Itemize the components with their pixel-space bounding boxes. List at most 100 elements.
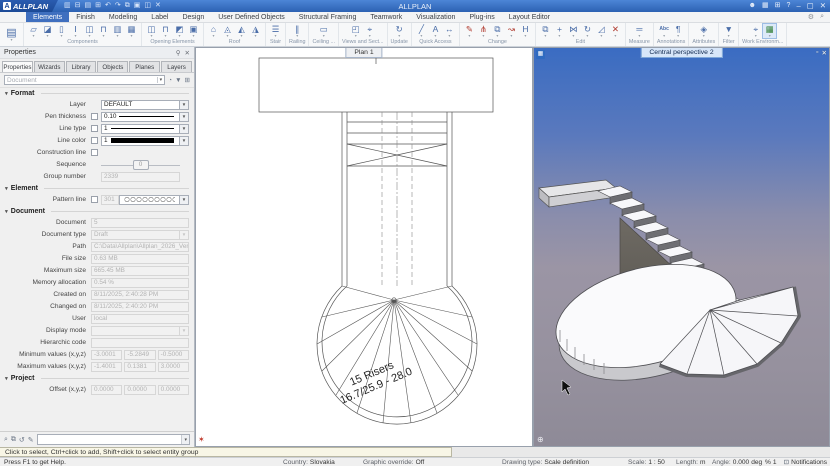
copy-icon[interactable]: ⧉ ▾ xyxy=(539,24,552,38)
perspective-view-tab[interactable]: Central perspective 2 xyxy=(640,48,723,58)
pattern-line-checkbox[interactable] xyxy=(91,196,98,203)
save-icon[interactable]: ▤ xyxy=(85,0,92,12)
search-icon[interactable]: ⌕ xyxy=(820,13,824,21)
notifications-button[interactable]: ⊡ Notifications xyxy=(784,458,827,466)
status-angle[interactable]: Angle: 0.000 deg xyxy=(712,458,762,466)
chevron-down-icon[interactable]: ▾ xyxy=(181,435,189,444)
compass-icon[interactable]: ✶ xyxy=(198,435,205,444)
status-slope-unit[interactable]: % 1 xyxy=(765,458,777,466)
edit-copy-icon[interactable]: ⧉ ▾ xyxy=(491,24,504,38)
dormer-icon[interactable]: ◭ ▾ xyxy=(235,24,248,38)
resize-icon[interactable]: ◿ ▾ xyxy=(595,24,608,38)
menu-tab-elements[interactable]: Elements xyxy=(26,12,70,22)
menu-tab-user-defined-objects[interactable]: User Defined Objects xyxy=(211,12,292,22)
menu-tab-structural-framing[interactable]: Structural Framing xyxy=(292,12,364,22)
view-restore-icon[interactable]: ▫ xyxy=(816,49,818,57)
plan-view-tab[interactable]: Plan 1 xyxy=(345,48,383,58)
workspace-icon[interactable]: ⌖ ▾ xyxy=(749,24,762,38)
menu-tab-design[interactable]: Design xyxy=(175,12,211,22)
ceiling-icon[interactable]: ▭ ▾ xyxy=(317,24,330,38)
open-project-icon[interactable]: ⊟ xyxy=(75,0,81,12)
status-scale[interactable]: Scale: 1 : 50 xyxy=(628,458,665,466)
view-menu-icon[interactable]: ▦ xyxy=(536,50,545,59)
tab-properties[interactable]: Properties xyxy=(2,61,33,72)
wall-line-icon[interactable]: ◪ ▾ xyxy=(41,24,54,38)
text-icon[interactable]: A ▾ xyxy=(429,24,442,38)
tab-objects[interactable]: Objects xyxy=(97,61,129,72)
line-color-dropdown-button[interactable]: ▼ xyxy=(180,135,189,146)
pen-thickness-dropdown-button[interactable]: ▼ xyxy=(180,111,189,122)
pen-thickness-checkbox[interactable] xyxy=(91,113,98,120)
column-icon[interactable]: ▯ ▾ xyxy=(55,24,68,38)
globe-icon[interactable]: ⊕ xyxy=(537,435,544,444)
shop-icon[interactable]: ⊞ xyxy=(775,0,781,12)
dimension-icon[interactable]: ↔ ▾ xyxy=(443,24,456,38)
work-environment-icon[interactable]: ▦ ▾ xyxy=(762,23,778,39)
window-icon[interactable]: ⊓ ▾ xyxy=(159,24,172,38)
roof-covering-icon[interactable]: ◬ ▾ xyxy=(221,24,234,38)
filter-icon[interactable]: ▼ xyxy=(175,77,181,84)
dialog-line-repeat-icon[interactable]: ↺ xyxy=(19,436,25,444)
match-icon[interactable]: H ▾ xyxy=(519,24,532,38)
undo-icon[interactable]: ↶ xyxy=(105,0,111,12)
restore-button[interactable]: ▢ xyxy=(807,0,814,12)
door-icon[interactable]: ◫ ▾ xyxy=(145,24,158,38)
upstand-beam-icon[interactable]: ◫ ▾ xyxy=(83,24,96,38)
perspective-viewport[interactable]: Central perspective 2 ▦ ▫ ✕ ⊕ xyxy=(533,47,830,447)
pen-thickness-combo[interactable]: 0.10 xyxy=(101,111,180,122)
allplan-menu-button[interactable]: A ALLPLAN xyxy=(0,0,58,12)
paste-icon[interactable]: ▣ xyxy=(134,0,141,12)
filter-input[interactable]: Document ▾ xyxy=(4,75,166,85)
menu-tab-label[interactable]: Label xyxy=(144,12,175,22)
line-type-dropdown-button[interactable]: ▼ xyxy=(180,123,189,134)
measure-icon[interactable]: ═ ▾ xyxy=(633,24,646,38)
section-document[interactable]: ▾ Document xyxy=(5,208,189,215)
downstand-beam-icon[interactable]: Ⅰ ▾ xyxy=(69,24,82,38)
tab-planes[interactable]: Planes xyxy=(129,61,161,72)
rotate-icon[interactable]: ↻ ▾ xyxy=(581,24,594,38)
stair-icon[interactable]: ☰ ▾ xyxy=(269,24,282,38)
menu-tab-teamwork[interactable]: Teamwork xyxy=(363,12,409,22)
section-icon[interactable]: ⌖ ▾ xyxy=(363,24,376,38)
new-document-icon[interactable]: ▥ xyxy=(64,0,71,12)
line-icon[interactable]: ╱ ▾ xyxy=(415,24,428,38)
dialog-line-input[interactable]: ▾ xyxy=(36,434,190,445)
chevron-down-icon[interactable]: ▾ xyxy=(156,77,162,83)
minimize-button[interactable]: – xyxy=(796,0,800,12)
update-3d-icon[interactable]: ↻ ▾ xyxy=(393,24,406,38)
split-icon[interactable]: ⋔ ▾ xyxy=(477,24,490,38)
view-icon[interactable]: ◰ ▾ xyxy=(349,24,362,38)
delete-icon[interactable]: ✕ xyxy=(155,0,161,12)
wall-icon[interactable]: ▱ ▾ xyxy=(27,24,40,38)
layer-select[interactable]: DEFAULT xyxy=(101,99,180,110)
section-project[interactable]: ▾ Project xyxy=(5,375,189,382)
tab-layers[interactable]: Layers xyxy=(161,61,192,72)
redo-icon[interactable]: ↷ xyxy=(115,0,121,12)
line-type-combo[interactable]: 1 xyxy=(101,123,180,134)
panels-icon[interactable]: ▦ xyxy=(762,0,769,12)
menu-tab-visualization[interactable]: Visualization xyxy=(409,12,462,22)
wall-opening-icon[interactable]: ⊓ ▾ xyxy=(97,24,110,38)
menu-tab-plug-ins[interactable]: Plug-ins xyxy=(462,12,501,22)
sequence-slider[interactable]: 0 xyxy=(101,159,180,170)
label-icon[interactable]: ¶ ▾ xyxy=(672,24,685,38)
roof-plane-icon[interactable]: ⌂ ▾ xyxy=(207,24,220,38)
settings-gear-icon[interactable]: ⚙ xyxy=(808,13,814,21)
menu-tab-layout-editor[interactable]: Layout Editor xyxy=(502,12,557,22)
print-icon[interactable]: ⊞ xyxy=(95,0,101,12)
match-parameters-icon[interactable]: ◔ xyxy=(168,77,172,84)
section-format[interactable]: ▾ Format xyxy=(5,90,189,97)
recess-icon[interactable]: ▥ ▾ xyxy=(111,24,124,38)
stretch-icon[interactable]: ↝ ▾ xyxy=(505,24,518,38)
construction-line-checkbox[interactable] xyxy=(91,149,98,156)
plan-viewport[interactable]: Plan 1 ✶ 15 Risers 16.7/25.9 - 28.0 xyxy=(195,47,533,447)
attributes-icon[interactable]: ◈ ▾ xyxy=(697,24,710,38)
section-element[interactable]: ▾ Element xyxy=(5,185,189,192)
niche-icon[interactable]: ▣ ▾ xyxy=(187,24,200,38)
pattern-dropdown-button[interactable]: ▼ xyxy=(180,194,189,205)
line-color-checkbox[interactable] xyxy=(91,137,98,144)
dialog-line-clipboard-icon[interactable]: ⧉ xyxy=(11,436,16,444)
mirror-icon[interactable]: ⋈ ▾ xyxy=(567,24,580,38)
french-window-icon[interactable]: ◩ ▾ xyxy=(173,24,186,38)
text-abc-icon[interactable]: Abc ▾ xyxy=(658,24,671,38)
